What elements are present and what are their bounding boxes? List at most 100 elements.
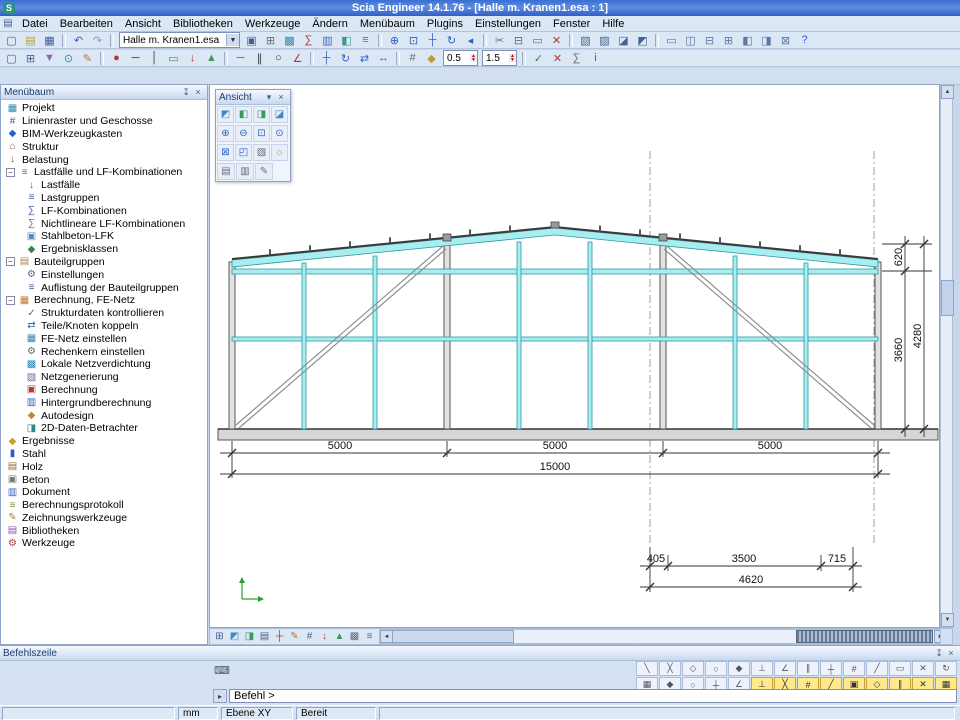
rotate-view-icon[interactable]: ↻ [442, 32, 461, 49]
cancel-icon[interactable]: ✕ [548, 50, 567, 67]
menu-ändern[interactable]: Ändern [306, 17, 353, 31]
label-toggle-icon[interactable]: ✎ [287, 630, 302, 644]
tree-item-projekt[interactable]: ▦Projekt [1, 102, 207, 115]
model-combobox[interactable]: Halle m. Kranen1.esa▼ [119, 32, 240, 48]
beam-icon[interactable]: ─ [126, 50, 145, 67]
window-cascade-icon[interactable]: ◧ [738, 32, 757, 49]
snap-circle-icon[interactable]: ○ [705, 661, 727, 676]
tree-item-ergebnisse[interactable]: ◆Ergebnisse [1, 435, 207, 448]
horizontal-scroll-thumb[interactable] [392, 630, 514, 643]
collapsed-toolbar-strip[interactable] [796, 630, 933, 643]
tree-item-2d-daten-betrachter[interactable]: ◨2D-Daten-Betrachter [1, 422, 207, 435]
zoom-all-icon[interactable]: ⊕ [385, 32, 404, 49]
menu-tree-panel-header[interactable]: Menübaum ↧ × [1, 85, 207, 100]
copy-picture-icon[interactable]: ▤ [217, 163, 235, 180]
menu-bibliotheken[interactable]: Bibliotheken [167, 17, 239, 31]
window-split-vertical-icon[interactable]: ⊟ [700, 32, 719, 49]
vertical-scroll-thumb[interactable] [941, 280, 954, 316]
tree-item-autodesign[interactable]: ◆Autodesign [1, 409, 207, 422]
tree-item-fe-netz-einstellen[interactable]: ▦FE-Netz einstellen [1, 332, 207, 345]
snap-tangent-icon[interactable]: ╱ [866, 661, 888, 676]
tree-item-bauteilgruppen[interactable]: −▤Bauteilgruppen [1, 256, 207, 269]
snap-cross-icon[interactable]: ┼ [820, 661, 842, 676]
menu-werkzeuge[interactable]: Werkzeuge [239, 17, 306, 31]
snap-perpendicular-icon[interactable]: ⊥ [751, 661, 773, 676]
snap-grid-icon[interactable]: # [843, 661, 865, 676]
load-icon[interactable]: ↓ [183, 50, 202, 67]
zoom-previous-icon[interactable]: ◰ [235, 144, 252, 161]
window-close-icon[interactable]: ⊠ [776, 32, 795, 49]
grid-icon[interactable]: # [403, 50, 422, 67]
support-display-icon[interactable]: ▲ [332, 630, 347, 644]
tree-item-linienraster-und-geschosse[interactable]: #Linienraster und Geschosse [1, 115, 207, 128]
tree-item-bim-werkzeugkasten[interactable]: ◆BIM-Werkzeugkasten [1, 128, 207, 141]
mirror-icon[interactable]: ⇄ [355, 50, 374, 67]
zoom-selection-icon[interactable]: ⊠ [217, 144, 234, 161]
view-front-icon[interactable]: ◧ [235, 106, 252, 123]
view-axon-icon[interactable]: ◩ [217, 106, 234, 123]
number-toggle-icon[interactable]: # [302, 630, 317, 644]
calculator-icon[interactable]: ⊞ [261, 32, 280, 49]
menu-einstellungen[interactable]: Einstellungen [469, 17, 547, 31]
tree-item-dokument[interactable]: ▥Dokument [1, 486, 207, 499]
menu-ansicht[interactable]: Ansicht [119, 17, 167, 31]
new-icon[interactable]: ▢ [2, 32, 21, 49]
stretch-icon[interactable]: ↔ [374, 50, 393, 67]
load-display-icon[interactable]: ↓ [317, 630, 332, 644]
tree-item-teile-knoten-koppeln[interactable]: ⇄Teile/Knoten koppeln [1, 320, 207, 333]
tree-item-werkzeuge[interactable]: ⚙Werkzeuge [1, 537, 207, 550]
menu-fenster[interactable]: Fenster [547, 17, 596, 31]
window-split-horizontal-icon[interactable]: ◫ [681, 32, 700, 49]
tree-item-stahl[interactable]: ▮Stahl [1, 448, 207, 461]
zoom-window-icon[interactable]: ⊡ [253, 125, 270, 142]
window-quad-icon[interactable]: ⊞ [719, 32, 738, 49]
tree-item-belastung[interactable]: ↓Belastung [1, 153, 207, 166]
tree-item-berechnung-fe-netz[interactable]: −▦Berechnung, FE-Netz [1, 294, 207, 307]
tree-item-lastfälle-und-lf-kombinationen[interactable]: −≡Lastfälle und LF-Kombinationen [1, 166, 207, 179]
tree-item-lf-kombinationen[interactable]: ∑LF-Kombinationen [1, 204, 207, 217]
snap-intersection-icon[interactable]: ╳ [659, 661, 681, 676]
view-mode-icon[interactable]: ⊞ [212, 630, 227, 644]
wireframe-icon[interactable]: ▧ [576, 32, 595, 49]
select-icon[interactable]: ▢ [2, 50, 21, 67]
tree-item-beton[interactable]: ▣Beton [1, 473, 207, 486]
scroll-up-icon[interactable]: ▲ [941, 85, 954, 99]
hidden-line-icon[interactable]: ◪ [614, 32, 633, 49]
angle-icon[interactable]: ∠ [288, 50, 307, 67]
tree-item-bibliotheken[interactable]: ▤Bibliotheken [1, 524, 207, 537]
tree-item-nichtlineare-lf-kombinationen[interactable]: ∑Nichtlineare LF-Kombinationen [1, 217, 207, 230]
save-icon[interactable]: ▦ [40, 32, 59, 49]
collapse-icon[interactable]: − [6, 296, 15, 305]
snap-refresh-icon[interactable]: ↻ [935, 661, 957, 676]
tree-item-rechenkern-einstellen[interactable]: ⚙Rechenkern einstellen [1, 345, 207, 358]
perspective-icon[interactable]: ◩ [633, 32, 652, 49]
cut-icon[interactable]: ✂ [490, 32, 509, 49]
menu-menübaum[interactable]: Menübaum [354, 17, 421, 31]
save-picture-icon[interactable]: ▥ [236, 163, 254, 180]
render-icon[interactable]: ◨ [242, 630, 257, 644]
layer-display-icon[interactable]: ≡ [362, 630, 377, 644]
collapse-icon[interactable]: − [6, 168, 15, 177]
view-top-icon[interactable]: ◪ [271, 106, 288, 123]
tree-item-berechnung[interactable]: ▣Berechnung [1, 384, 207, 397]
tree-item-netzgenerierung[interactable]: ▧Netzgenerierung [1, 371, 207, 384]
tree-item-struktur[interactable]: ⌂Struktur [1, 140, 207, 153]
grid-toggle-icon[interactable]: ▩ [347, 630, 362, 644]
shaded-icon[interactable]: ▨ [595, 32, 614, 49]
snap-angle-icon[interactable]: ∠ [774, 661, 796, 676]
close-icon[interactable]: × [275, 92, 287, 102]
accept-icon[interactable]: ✓ [529, 50, 548, 67]
tree-item-strukturdaten-kontrollieren[interactable]: ✓Strukturdaten kontrollieren [1, 307, 207, 320]
drawing-viewport[interactable]: 5000 5000 5000 15000 620 3660 4280 405 3… [209, 84, 940, 628]
mesh-icon[interactable]: ▩ [280, 32, 299, 49]
command-run-icon[interactable]: ▸ [213, 689, 227, 703]
zoom-out-icon[interactable]: ⊖ [235, 125, 252, 142]
tree-item-holz[interactable]: ▤Holz [1, 460, 207, 473]
select-add-icon[interactable]: ⊞ [21, 50, 40, 67]
results-icon[interactable]: ∑ [299, 32, 318, 49]
move-icon[interactable]: ┼ [317, 50, 336, 67]
view-side-icon[interactable]: ◨ [253, 106, 270, 123]
info-icon[interactable]: i [586, 50, 605, 67]
scroll-down-icon[interactable]: ▼ [941, 613, 954, 627]
pin-icon[interactable]: ↧ [180, 87, 192, 98]
